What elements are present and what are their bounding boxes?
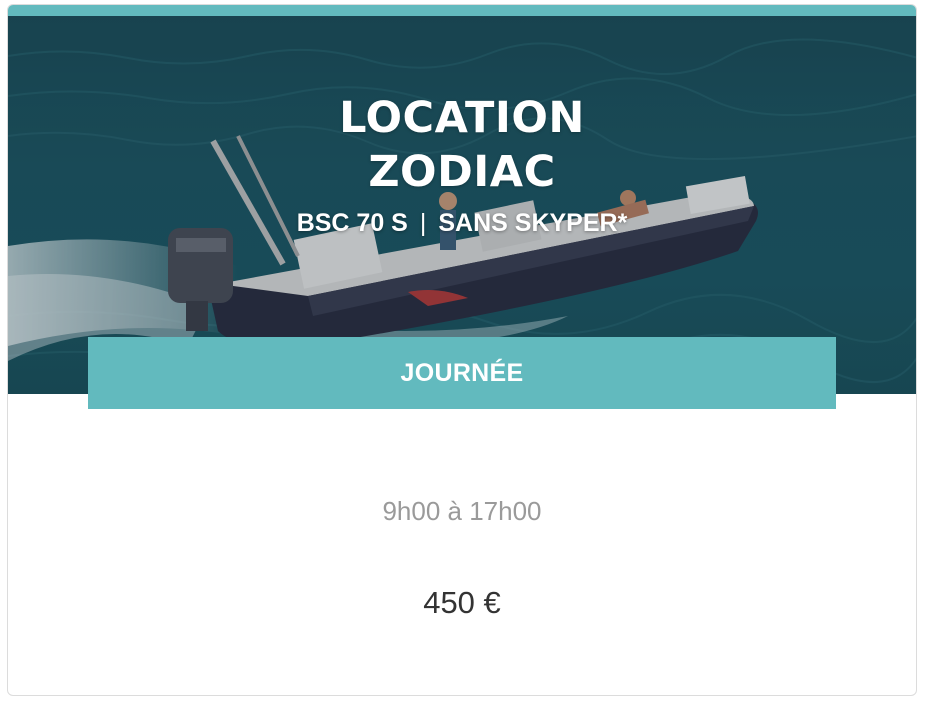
rental-option: SANS SKYPER*: [438, 209, 628, 237]
title-line-2: ZODIAC: [368, 147, 556, 197]
rental-hours: 9h00 à 17h00: [382, 496, 542, 526]
boat-model: BSC 70 S: [296, 209, 408, 237]
title-line-1: LOCATION: [339, 93, 585, 143]
period-banner: JOURNÉE: [88, 337, 836, 409]
subtitle-separator: |: [419, 209, 427, 237]
rental-card: LOCATION ZODIAC BSC 70 S | SANS SKYPER* JO…: [7, 4, 917, 696]
card-top-stripe: [8, 5, 916, 16]
period-label: JOURNÉE: [400, 358, 524, 387]
rental-price: 450 €: [423, 585, 501, 620]
subtitle: BSC 70 S | SANS SKYPER*: [8, 208, 916, 238]
